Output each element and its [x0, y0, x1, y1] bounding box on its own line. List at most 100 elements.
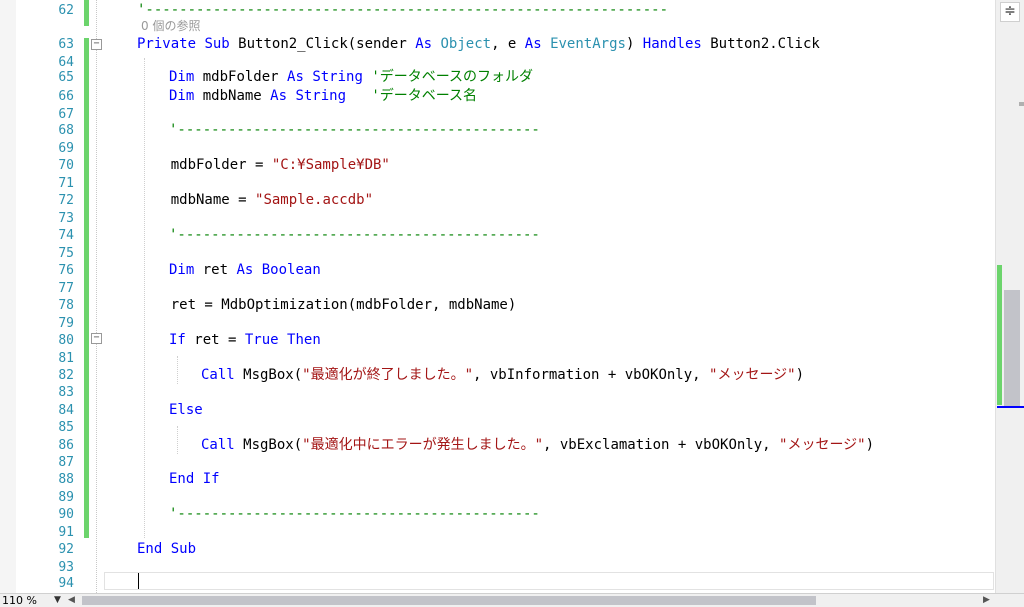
code-token: Dim	[169, 69, 195, 85]
line-number: 84	[58, 403, 74, 418]
code-token: , vbInformation + vbOKOnly,	[473, 367, 710, 383]
code-line[interactable]: '---------------------------------------…	[169, 227, 540, 244]
code-token: Button2_Click(sender	[229, 36, 416, 52]
code-line[interactable]: Private Sub Button2_Click(sender As Obje…	[137, 36, 820, 53]
code-token: 'データベース名	[371, 88, 478, 104]
scrollbar-change-marker	[997, 265, 1002, 405]
collapse-sub-icon[interactable]: −	[91, 39, 102, 50]
code-token: As	[524, 36, 542, 52]
scrollbar-marker	[1019, 102, 1024, 106]
code-token: Else	[169, 402, 203, 418]
code-token: If	[169, 332, 186, 348]
code-token: "最適化が終了しました。"	[302, 367, 474, 383]
code-line[interactable]: If ret = True Then	[169, 332, 321, 349]
code-line[interactable]: Dim mdbName As String 'データベース名	[169, 88, 477, 105]
line-number: 90	[58, 507, 74, 522]
code-line[interactable]: Dim mdbFolder As String 'データベースのフォルダ	[169, 69, 533, 86]
code-token: EventArgs	[550, 36, 626, 52]
code-line[interactable]: mdbFolder = "C:¥Sample¥DB"	[137, 157, 390, 174]
line-number: 67	[58, 107, 74, 122]
line-number: 81	[58, 351, 74, 366]
code-token: End If	[169, 471, 220, 487]
code-token: Handles	[642, 36, 702, 52]
code-token: )	[625, 36, 643, 52]
line-number: 66	[58, 89, 74, 104]
line-number: 89	[58, 490, 74, 505]
line-number: 93	[58, 560, 74, 575]
code-line[interactable]: '---------------------------------------…	[137, 2, 668, 19]
line-number: 68	[58, 123, 74, 138]
code-token: Boolean	[261, 262, 321, 278]
code-token: , vbExclamation + vbOKOnly,	[543, 437, 780, 453]
code-token: mdbFolder	[194, 69, 288, 85]
code-token: "Sample.accdb"	[255, 192, 374, 208]
line-number: 85	[58, 420, 74, 435]
line-number: 80	[58, 333, 74, 348]
code-line[interactable]: Call MsgBox("最適化が終了しました。", vbInformation…	[201, 367, 804, 384]
zoom-level[interactable]: 110 %	[2, 594, 37, 607]
line-number: 87	[58, 455, 74, 470]
scroll-left-icon[interactable]: ◀	[68, 595, 75, 606]
scrollbar-caret-marker	[997, 406, 1024, 408]
line-number: 69	[58, 141, 74, 156]
code-token: MsgBox(	[234, 367, 303, 383]
code-line[interactable]: Else	[169, 402, 203, 419]
code-token: End Sub	[137, 541, 197, 557]
vertical-scroll-thumb[interactable]	[1004, 290, 1020, 408]
line-number: 76	[58, 263, 74, 278]
code-token: "メッセージ"	[709, 367, 796, 383]
code-token: '---------------------------------------…	[169, 506, 540, 522]
line-number: 71	[58, 176, 74, 191]
code-token: As	[287, 69, 304, 85]
code-line[interactable]: Dim ret As Boolean	[169, 262, 321, 279]
line-number: 92	[58, 542, 74, 557]
line-number: 82	[58, 368, 74, 383]
line-number: 91	[58, 525, 74, 540]
code-token: As	[270, 88, 288, 104]
code-token: "C:¥Sample¥DB"	[271, 157, 390, 173]
code-token: '---------------------------------------…	[169, 227, 540, 243]
code-line[interactable]: End If	[169, 471, 220, 488]
code-token: True	[244, 332, 279, 348]
codelens-reference-count[interactable]: 0 個の参照	[141, 18, 200, 35]
code-token: String	[295, 88, 347, 104]
collapse-if-icon[interactable]: −	[91, 333, 102, 344]
code-token: As	[236, 262, 254, 278]
code-token: '---------------------------------------…	[169, 122, 540, 138]
line-number: 86	[58, 438, 74, 453]
code-token: mdbFolder =	[137, 157, 272, 173]
code-line[interactable]: ret = MdbOptimization(mdbFolder, mdbName…	[137, 297, 517, 314]
line-number: 65	[58, 70, 74, 85]
code-line[interactable]: End Sub	[137, 541, 196, 558]
code-line[interactable]: '---------------------------------------…	[169, 122, 540, 139]
code-token: 'データベースのフォルダ	[371, 69, 534, 85]
code-token: mdbName =	[137, 192, 256, 208]
line-number: 72	[58, 193, 74, 208]
code-token: Call	[201, 367, 235, 383]
selection-margin	[0, 0, 16, 593]
code-text-area[interactable]: 0 個の参照 '---------------------------------…	[106, 0, 994, 593]
code-token: ret =	[185, 332, 245, 348]
line-number: 79	[58, 316, 74, 331]
code-token: As	[415, 36, 433, 52]
code-line[interactable]: mdbName = "Sample.accdb"	[137, 192, 373, 209]
code-token: Object	[440, 36, 492, 52]
code-token: ret	[194, 262, 237, 278]
code-editor[interactable]: 62 63 64 65 66 67 68 69 70 71 72 73 74 75 76 77 78 79 80 81…	[0, 0, 1024, 593]
code-token: Dim	[169, 88, 195, 104]
line-number: 70	[58, 158, 74, 173]
scroll-right-icon[interactable]: ▶	[983, 595, 990, 606]
split-window-icon[interactable]: ≑	[1000, 2, 1020, 22]
code-token: Private	[137, 36, 197, 52]
code-token: Then	[287, 332, 321, 348]
code-line[interactable]: '---------------------------------------…	[169, 506, 540, 523]
code-token: MsgBox(	[234, 437, 303, 453]
line-number: 83	[58, 385, 74, 400]
horizontal-scroll-thumb[interactable]	[82, 596, 816, 605]
chevron-down-icon[interactable]: ▼	[54, 594, 61, 607]
code-line[interactable]: Call MsgBox("最適化中にエラーが発生しました。", vbExclam…	[201, 437, 874, 454]
